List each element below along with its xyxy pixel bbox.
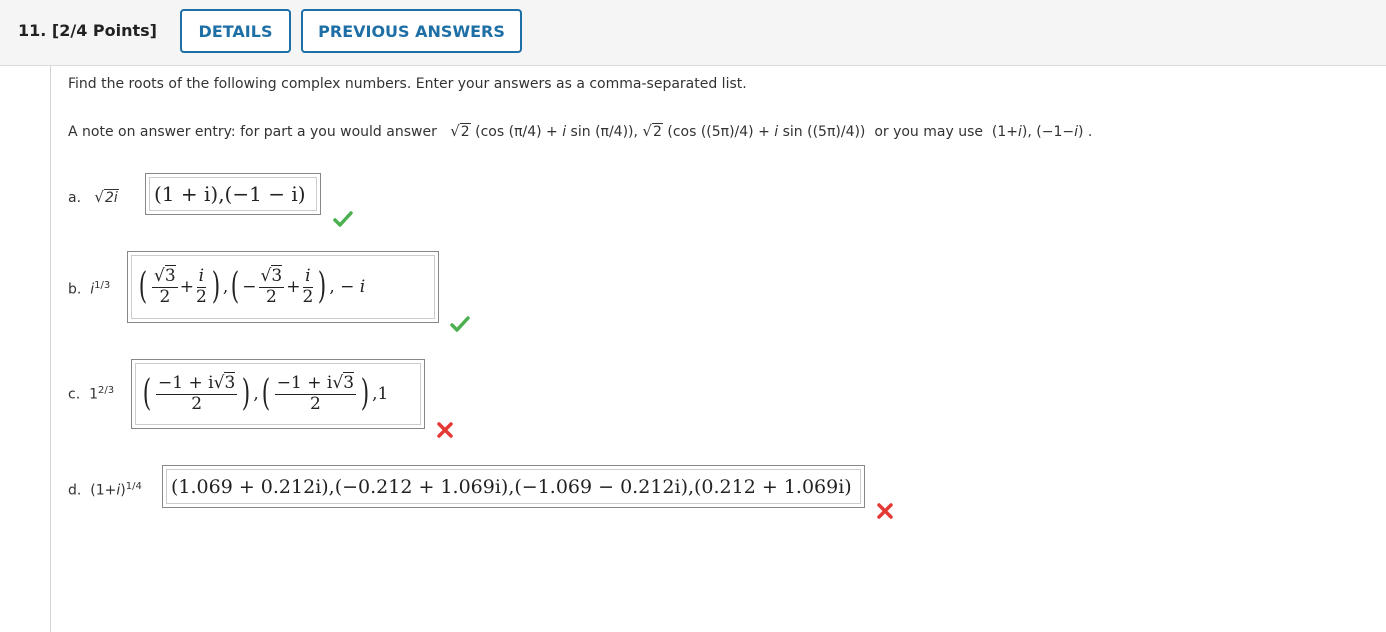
question-points: [2/4 Points] [51, 21, 157, 40]
part-a-label: a. √2i [68, 188, 119, 206]
answer-entry-note: A note on answer entry: for part a you w… [68, 122, 1093, 140]
part-c-answer-field[interactable]: ( −1 + i√3 2 ), ( −1 + i√3 2 ) ,1 [131, 359, 425, 429]
part-c-label: c. 12/3 [68, 385, 115, 403]
sqrt-2: √2 [450, 122, 471, 140]
question-header: 11. [2/4 Points] DETAILS PREVIOUS ANSWER… [0, 0, 1386, 66]
content-divider [50, 66, 51, 632]
sqrt-2b: √2 [642, 122, 663, 140]
part-d-label: d. (1+i)1/4 [68, 481, 142, 499]
part-a-correct-icon [333, 211, 353, 227]
part-b-correct-icon [450, 316, 470, 332]
part-c-incorrect-icon [437, 422, 453, 438]
part-b-label: b. i1/3 [68, 280, 111, 298]
part-a-answer-field[interactable]: (1 + i),(−1 − i) [145, 173, 321, 215]
part-d-incorrect-icon [877, 503, 893, 519]
question-title: 11. [2/4 Points] [18, 21, 157, 40]
question-number: 11. [18, 21, 47, 40]
part-b-answer-field[interactable]: ( √3 2 + i2 ), (− √3 2 + i2 ), − i [127, 251, 439, 323]
previous-answers-button[interactable]: PREVIOUS ANSWERS [301, 9, 522, 53]
instructions-text: Find the roots of the following complex … [68, 76, 747, 92]
details-button[interactable]: DETAILS [180, 9, 291, 53]
part-d-answer-field[interactable]: (1.069 + 0.212i),(−0.212 + 1.069i),(−1.0… [162, 465, 865, 508]
